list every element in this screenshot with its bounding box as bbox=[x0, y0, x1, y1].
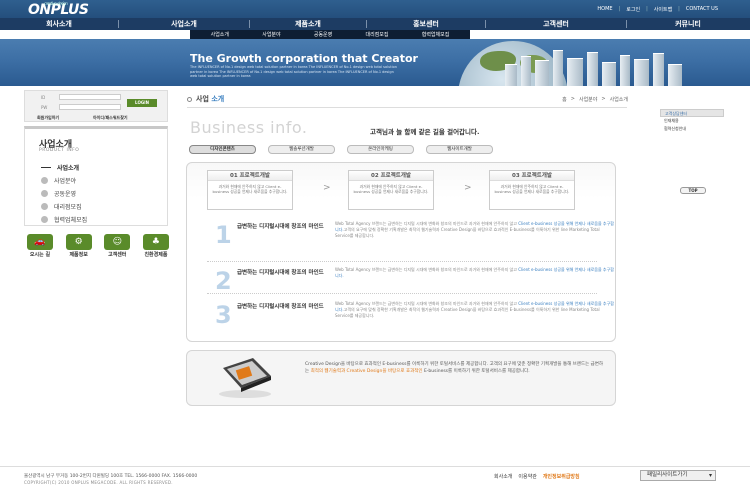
login-box: ID PW LOGIN 회원가입하기 아이디/패스워드찾기 bbox=[24, 90, 168, 122]
footer-link-terms[interactable]: 이용약관 bbox=[518, 473, 536, 480]
person-icon: ☺ bbox=[104, 234, 131, 250]
footer-link-privacy[interactable]: 개인정보취급방침 bbox=[543, 473, 580, 480]
page-title: 사업 소개 bbox=[187, 94, 224, 104]
nav-company[interactable]: 회사소개 bbox=[0, 19, 118, 29]
lnb-item-business-intro[interactable]: 사업소개 bbox=[41, 161, 87, 174]
row-divider bbox=[207, 261, 597, 262]
id-label: ID bbox=[41, 95, 46, 100]
lnb-item-partner-recruit[interactable]: 협력업체모집 bbox=[41, 213, 87, 226]
promo-text: Creative Design을 바탕으로 효과적인 E-business를 이… bbox=[305, 362, 604, 374]
hero-banner: The Growth corporation that Creator The … bbox=[0, 39, 750, 86]
promo-banner: Creative Design을 바탕으로 효과적인 E-business를 이… bbox=[186, 350, 616, 406]
hero-description: The INFLUENCER of No.1 design web total … bbox=[190, 65, 398, 78]
active-bar-icon bbox=[41, 167, 51, 168]
util-login-link[interactable]: 로그인 bbox=[626, 6, 640, 13]
sprout-icon: ♣ bbox=[142, 234, 169, 250]
footer-divider bbox=[0, 466, 750, 467]
business-info-panel: 01 프로젝트개발 과거와 현재에 안주하지 않고 Client e-busine… bbox=[186, 162, 616, 342]
nav-products[interactable]: 제품소개 bbox=[250, 19, 366, 29]
hero-title: The Growth corporation that Creator bbox=[190, 52, 418, 65]
subnav-item[interactable]: 대리점모집 bbox=[365, 31, 388, 38]
local-navigation: 사업소개 PRODUCT INFO 사업소개 사업분야 공동운영 대리점모집 협… bbox=[24, 126, 168, 226]
quick-support[interactable]: ☺ 고객센터 bbox=[99, 234, 135, 258]
quick-product-info[interactable]: ⚙ 제품정보 bbox=[61, 234, 97, 258]
slogan: 고객님과 늘 함께 같은 길을 걸어갑니다. bbox=[370, 128, 480, 136]
tab-web-solution[interactable]: 웹솔루션개발 bbox=[268, 145, 335, 154]
breadcrumb-current: 사업소개 bbox=[609, 97, 628, 103]
title-bullet-icon bbox=[187, 96, 192, 102]
tab-online-marketing[interactable]: 온라인마케팅 bbox=[347, 145, 414, 154]
feature-row: 3 급변하는 디지털시대에 창조의 마인드 Web Total Agency 브… bbox=[215, 301, 614, 329]
join-link[interactable]: 회원가입하기 bbox=[37, 115, 59, 121]
process-step-2: 02 프로젝트개발 과거와 현재에 안주하지 않고 Client e-busine… bbox=[348, 170, 434, 210]
title-divider bbox=[187, 107, 627, 108]
bullet-icon bbox=[41, 216, 48, 223]
lnb-subtitle: PRODUCT INFO bbox=[39, 148, 80, 153]
breadcrumb-section[interactable]: 사업분야 bbox=[579, 96, 597, 103]
password-input[interactable] bbox=[59, 104, 121, 110]
bullet-icon bbox=[41, 177, 48, 184]
section-heading: Business info. bbox=[190, 118, 308, 137]
arrow-right-icon: > bbox=[464, 183, 472, 193]
bullet-icon bbox=[41, 190, 48, 197]
scroll-top-button[interactable]: TOP bbox=[680, 187, 706, 194]
subnav-item[interactable]: 사업분야 bbox=[262, 31, 280, 38]
nav-pr[interactable]: 홍보센터 bbox=[367, 19, 485, 29]
family-site-select[interactable]: 패밀리사이트가기 bbox=[640, 470, 716, 481]
tab-design-content[interactable]: 디자인콘텐츠 bbox=[189, 145, 256, 154]
subnav-item[interactable]: 공동운영 bbox=[314, 31, 332, 38]
nav-business[interactable]: 사업소개 bbox=[119, 19, 249, 29]
main-navigation: 회사소개 사업소개 제품소개 홍보센터 고객센터 커뮤니티 bbox=[0, 18, 750, 30]
content-tabs: 디자인콘텐츠 웹솔루션개발 온라인마케팅 웹사이트개발 bbox=[189, 145, 493, 154]
nav-support[interactable]: 고객센터 bbox=[486, 19, 626, 29]
breadcrumb-home[interactable]: 홈 bbox=[562, 96, 567, 103]
lnb-item-business-area[interactable]: 사업분야 bbox=[41, 174, 87, 187]
site-logo[interactable]: creative design ONPLUS bbox=[28, 1, 89, 18]
city-skyline-image bbox=[495, 47, 695, 86]
arrow-right-icon: > bbox=[323, 183, 331, 193]
lnb-item-agency-recruit[interactable]: 대리점모집 bbox=[41, 200, 87, 213]
quick-recruit[interactable]: 인재채용 bbox=[660, 117, 724, 125]
tab-website-dev[interactable]: 웹사이트개발 bbox=[426, 145, 493, 154]
feature-row: 1 급변하는 디지털시대에 창조의 마인드 Web Total Agency 브… bbox=[215, 221, 614, 249]
footer-copyright: COPYRIGHT(C) 2010 ONPLUS MEGACODE. ALL R… bbox=[24, 480, 173, 485]
top-bar: creative design ONPLUS HOME | 로그인 | 사이트맵 | C… bbox=[0, 0, 750, 18]
device-product-image bbox=[219, 358, 271, 398]
find-account-link[interactable]: 아이디/패스워드찾기 bbox=[93, 115, 128, 121]
util-sitemap-link[interactable]: 사이트맵 bbox=[654, 6, 672, 13]
process-step-3: 03 프로젝트개발 과거와 현재에 안주하지 않고 Client e-busine… bbox=[489, 170, 575, 210]
subnav-item[interactable]: 사업소개 bbox=[211, 31, 229, 38]
process-step-1: 01 프로젝트개발 과거와 현재에 안주하지 않고 Client e-busine… bbox=[207, 170, 293, 210]
footer-link-company[interactable]: 회사소개 bbox=[494, 473, 512, 480]
utility-links: HOME | 로그인 | 사이트맵 | CONTACT US bbox=[597, 6, 718, 13]
nav-community[interactable]: 커뮤니티 bbox=[627, 19, 749, 29]
id-input[interactable] bbox=[59, 94, 121, 100]
car-icon: 🚗 bbox=[27, 234, 53, 250]
login-button[interactable]: LOGIN bbox=[127, 99, 157, 107]
util-home-link[interactable]: HOME bbox=[597, 6, 612, 13]
sub-navigation: 사업소개 사업분야 공동운영 대리점모집 협력업체모집 bbox=[190, 30, 470, 39]
subnav-item[interactable]: 협력업체모집 bbox=[422, 31, 450, 38]
pw-label: PW bbox=[41, 105, 48, 110]
quick-consult-center[interactable]: 고객상담센터 bbox=[660, 109, 724, 117]
bullet-icon bbox=[41, 203, 48, 210]
lnb-item-joint-operation[interactable]: 공동운영 bbox=[41, 187, 87, 200]
quick-partner-apply[interactable]: 협력신청안내 bbox=[660, 125, 724, 133]
breadcrumb: 홈 > 사업분야 > 사업소개 bbox=[562, 96, 628, 103]
row-divider bbox=[207, 293, 597, 294]
util-contact-link[interactable]: CONTACT US bbox=[686, 6, 718, 13]
right-quick-menu: 고객상담센터 인재채용 협력신청안내 bbox=[660, 109, 724, 133]
gear-icon: ⚙ bbox=[65, 234, 92, 250]
quick-eco-products[interactable]: ♣ 친환경제품 bbox=[138, 234, 174, 258]
footer-links: 회사소개 이용약관 개인정보취급방침 bbox=[494, 473, 580, 480]
quick-directions[interactable]: 🚗 오시는 길 bbox=[22, 234, 58, 258]
footer-address: 울산광역시 남구 무거동 100-2번지 다윈빌딩 100호 TEL. 1566… bbox=[24, 474, 198, 479]
quick-icon-menu: 🚗 오시는 길 ⚙ 제품정보 ☺ 고객센터 ♣ 친환경제품 bbox=[22, 234, 174, 258]
